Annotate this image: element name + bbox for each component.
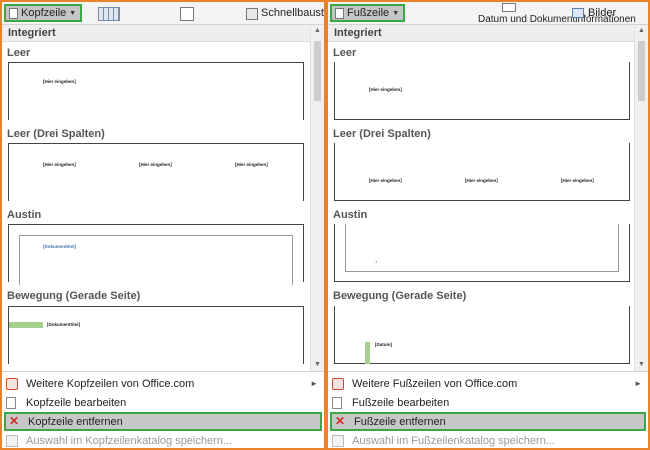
menu-item-label: Kopfzeile bearbeiten	[26, 396, 127, 409]
scroll-up-icon[interactable]: ▲	[311, 25, 324, 37]
gallery-item-title: Bewegung (Gerade Seite)	[7, 290, 141, 302]
office-online-icon	[332, 377, 344, 390]
menu-more-headers-office[interactable]: Weitere Kopfzeilen von Office.com ►	[2, 374, 324, 393]
footer-gallery-panel: Fußzeile ▼ Datum und Dokumentinformation…	[326, 0, 650, 450]
footer-icon	[335, 7, 344, 19]
gallery-item-title: Leer	[7, 47, 31, 59]
accent-bar	[9, 322, 43, 328]
remove-icon: ✕	[334, 413, 346, 428]
menu-more-footers-office[interactable]: Weitere Fußzeilen von Office.com ►	[328, 374, 648, 393]
gallery-item-bewegung-even[interactable]: [Datum]	[334, 306, 630, 364]
gallery-scrollbar[interactable]: ▲ ▼	[634, 25, 648, 371]
chevron-down-icon: ▼	[392, 9, 400, 17]
gallery-item-leer[interactable]: [Hier eingeben]	[8, 62, 304, 120]
section-header-integrated: Integriert	[2, 25, 310, 42]
chevron-right-icon: ►	[634, 379, 642, 388]
scroll-thumb[interactable]	[638, 41, 645, 101]
gallery-item-bewegung-even[interactable]: [Dokumenttitel]	[8, 306, 304, 364]
footer-dropdown-button[interactable]: Fußzeile ▼	[330, 4, 406, 22]
chevron-down-icon: ▼	[69, 9, 77, 17]
menu-save-to-footer-gallery[interactable]: Auswahl im Fußzeilenkatalog speichern...	[328, 431, 648, 448]
placeholder-text: [Hier eingeben]	[561, 178, 594, 183]
gallery-item-three-columns[interactable]: [Hier eingeben] [Hier eingeben] [Hier ei…	[8, 143, 304, 201]
section-header-integrated: Integriert	[328, 25, 634, 42]
header-icon	[9, 7, 18, 19]
header-button-label: Kopfzeile	[21, 7, 67, 19]
gallery-item-austin[interactable]: 1	[334, 224, 630, 282]
menu-edit-footer[interactable]: Fußzeile bearbeiten	[328, 393, 648, 412]
edit-footer-icon	[332, 396, 342, 409]
edit-header-icon	[6, 396, 16, 409]
placeholder-text: [Hier eingeben]	[43, 79, 76, 84]
gallery-item-title: Bewegung (Gerade Seite)	[333, 290, 467, 302]
scroll-down-icon[interactable]: ▼	[311, 359, 324, 371]
save-selection-icon	[6, 434, 18, 447]
ribbon-strip: Kopfzeile ▼ Schnellbausteine	[2, 2, 324, 25]
pictures-button[interactable]: Bilder	[588, 7, 616, 19]
menu-save-to-header-gallery[interactable]: Auswahl im Kopfzeilenkatalog speichern..…	[2, 431, 324, 448]
footer-options-menu: Weitere Fußzeilen von Office.com ► Fußze…	[328, 371, 648, 448]
ribbon-strip: Fußzeile ▼ Datum und Dokumentinformation…	[328, 2, 648, 25]
austin-frame	[19, 235, 293, 285]
pictures-icon[interactable]	[572, 8, 584, 18]
gallery-item-title: Austin	[7, 209, 42, 221]
menu-remove-footer[interactable]: ✕ Fußzeile entfernen	[330, 412, 646, 431]
menu-item-label: Weitere Kopfzeilen von Office.com	[26, 377, 195, 390]
gallery-item-title: Austin	[333, 209, 368, 221]
menu-item-label: Fußzeile bearbeiten	[352, 396, 450, 409]
save-selection-icon	[332, 434, 344, 447]
scroll-thumb[interactable]	[314, 41, 321, 101]
footer-gallery: Integriert Leer [Hier eingeben] Leer (Dr…	[328, 25, 634, 371]
placeholder-text: [Datum]	[375, 342, 392, 347]
scroll-up-icon[interactable]: ▲	[635, 25, 648, 37]
austin-frame	[345, 224, 619, 272]
menu-item-label: Auswahl im Kopfzeilenkatalog speichern..…	[26, 434, 233, 447]
placeholder-text: [Hier eingeben]	[465, 178, 498, 183]
gallery-item-three-columns[interactable]: [Hier eingeben] [Hier eingeben] [Hier ei…	[334, 143, 630, 201]
office-online-icon	[6, 377, 18, 390]
gallery-item-title: Leer (Drei Spalten)	[333, 128, 431, 140]
menu-item-label: Kopfzeile entfernen	[28, 415, 123, 428]
gallery-item-title: Leer	[333, 47, 357, 59]
quick-parts-button[interactable]: Schnellbausteine	[261, 7, 324, 19]
placeholder-text: [Hier eingeben]	[369, 87, 402, 92]
scroll-down-icon[interactable]: ▼	[635, 359, 648, 371]
header-gallery: Integriert Leer [Hier eingeben] Leer (Dr…	[2, 25, 310, 371]
menu-item-label: Auswahl im Fußzeilenkatalog speichern...	[352, 434, 555, 447]
menu-edit-header[interactable]: Kopfzeile bearbeiten	[2, 393, 324, 412]
menu-remove-header[interactable]: ✕ Kopfzeile entfernen	[4, 412, 322, 431]
header-dropdown-button[interactable]: Kopfzeile ▼	[4, 4, 83, 22]
header-gallery-panel: Kopfzeile ▼ Schnellbausteine Integriert …	[0, 0, 326, 450]
chevron-right-icon: ►	[310, 379, 318, 388]
gallery-item-title: Leer (Drei Spalten)	[7, 128, 105, 140]
page-number: 1	[375, 259, 378, 264]
gallery-item-austin[interactable]: [Dokumenttitel]	[8, 224, 304, 285]
gallery-item-leer[interactable]: [Hier eingeben]	[334, 62, 630, 120]
menu-item-label: Weitere Fußzeilen von Office.com	[352, 377, 518, 390]
header-options-menu: Weitere Kopfzeilen von Office.com ► Kopf…	[2, 371, 324, 448]
placeholder-text: [Hier eingeben]	[139, 162, 172, 167]
placeholder-text: [Hier eingeben]	[369, 178, 402, 183]
accent-bar	[365, 342, 370, 364]
menu-item-label: Fußzeile entfernen	[354, 415, 446, 428]
placeholder-text: [Hier eingeben]	[43, 162, 76, 167]
placeholder-text: [Dokumenttitel]	[47, 322, 80, 327]
table-icon[interactable]	[98, 7, 120, 21]
gallery-scrollbar[interactable]: ▲ ▼	[310, 25, 324, 371]
quick-parts-icon[interactable]	[246, 8, 258, 20]
footer-button-label: Fußzeile	[347, 7, 390, 19]
placeholder-text: [Dokumenttitel]	[43, 244, 76, 249]
page-icon[interactable]	[180, 7, 194, 21]
placeholder-text: [Hier eingeben]	[235, 162, 268, 167]
date-time-icon[interactable]	[502, 3, 516, 12]
remove-icon: ✕	[8, 413, 20, 428]
